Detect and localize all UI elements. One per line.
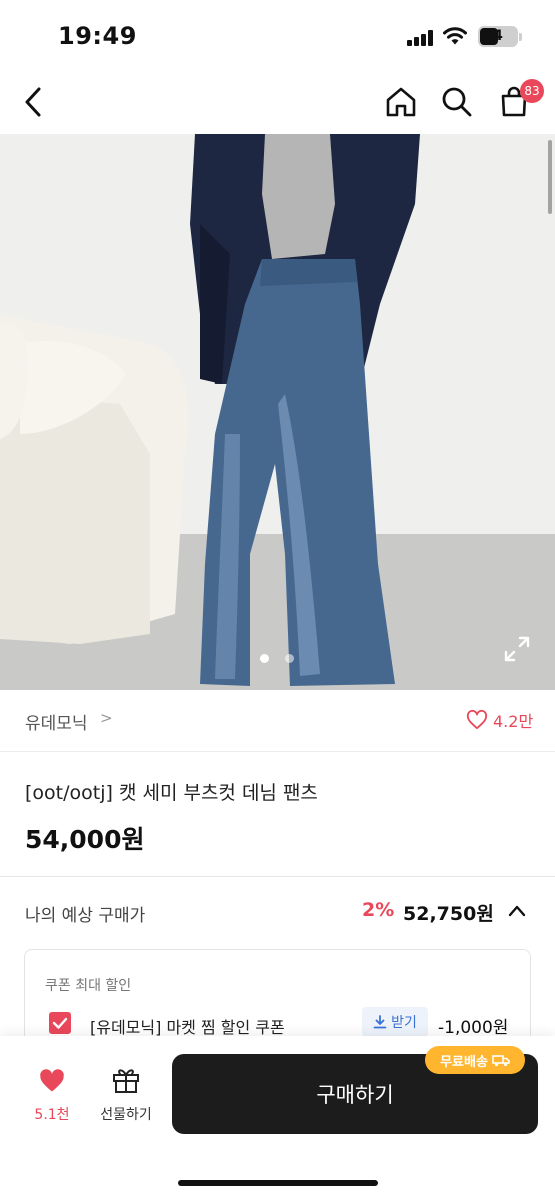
back-arrow-icon	[25, 87, 41, 117]
heart-outline-icon	[466, 710, 488, 730]
carousel-dot[interactable]	[285, 654, 294, 663]
back-button[interactable]	[14, 82, 54, 122]
battery-tip	[519, 33, 522, 41]
wifi-icon	[443, 27, 467, 45]
brand-name[interactable]: 유데모닉	[25, 709, 88, 734]
top-nav-bar	[0, 70, 555, 134]
search-icon	[442, 87, 472, 117]
wish-button[interactable]: 5.1천	[24, 1068, 80, 1124]
like-count: 4.2만	[493, 712, 534, 731]
carousel-dot-active[interactable]	[260, 654, 269, 663]
estimated-price-label: 나의 예상 구매가	[25, 906, 146, 926]
gift-button[interactable]: 선물하기	[92, 1066, 160, 1124]
gift-label: 선물하기	[100, 1107, 152, 1123]
chevron-up-icon[interactable]	[506, 901, 528, 921]
product-image-carousel[interactable]	[0, 134, 555, 690]
battery-icon: 4	[478, 26, 518, 47]
image-scrollbar	[548, 140, 552, 214]
home-button[interactable]	[381, 82, 421, 122]
battery-level: 4	[493, 28, 503, 44]
free-shipping-label: 무료배송	[440, 1054, 488, 1070]
checkmark-icon	[52, 1017, 68, 1029]
home-indicator	[178, 1180, 378, 1186]
product-title: [oot/ootj] 캣 세미 부츠컷 데님 팬츠	[25, 782, 318, 804]
download-icon	[373, 1015, 387, 1029]
coupon-download-button[interactable]: 받기	[362, 1007, 428, 1037]
coupon-name: [유데모닉] 마켓 찜 할인 쿠폰	[90, 1018, 285, 1037]
status-bar: 19:49 4	[0, 0, 555, 70]
home-icon	[386, 87, 416, 117]
estimated-price: 52,750원	[403, 903, 494, 925]
coupon-amount: -1,000원	[438, 1018, 509, 1038]
coupon-download-label: 받기	[391, 1015, 417, 1031]
coupon-header: 쿠폰 최대 할인	[45, 978, 132, 994]
heart-filled-icon	[40, 1069, 64, 1092]
coupon-checkbox[interactable]	[49, 1012, 71, 1034]
buy-button-label: 구매하기	[316, 1083, 394, 1107]
brand-row[interactable]: 유데모닉 > 4.2만	[0, 690, 555, 752]
chevron-right-icon: >	[100, 709, 113, 727]
gift-icon	[113, 1069, 139, 1093]
product-photo	[0, 134, 555, 690]
product-price: 54,000원	[25, 825, 145, 854]
cart-count-badge: 83	[520, 79, 544, 103]
estimated-price-row[interactable]: 나의 예상 구매가 2% 52,750원	[0, 877, 555, 947]
like-button[interactable]: 4.2만	[466, 708, 533, 732]
search-button[interactable]	[437, 82, 477, 122]
estimated-discount: 2%	[362, 899, 395, 921]
truck-icon	[492, 1054, 510, 1066]
free-shipping-badge: 무료배송	[425, 1046, 525, 1074]
cellular-signal-icon	[407, 30, 433, 46]
status-time: 19:49	[58, 22, 137, 50]
expand-icon[interactable]	[502, 634, 532, 664]
wish-count: 5.1천	[34, 1107, 70, 1123]
